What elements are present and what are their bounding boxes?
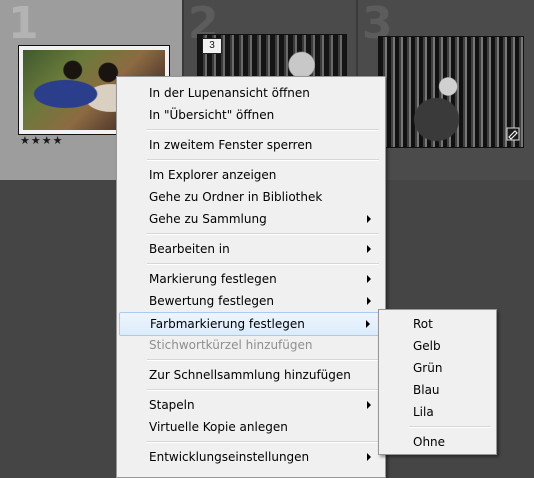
menu-item-label: Stapeln (149, 398, 195, 412)
menu-item-label: Bearbeiten in (149, 242, 230, 256)
menu-item-label: In zweitem Fenster sperren (149, 138, 313, 152)
menu-item-add-keyword-shortcut[interactable]: Stichwortkürzel hinzufügen (119, 334, 381, 356)
submenu-item-purple[interactable]: Lila (381, 401, 492, 423)
menu-item-label: Markierung festlegen (149, 272, 277, 286)
submenu-arrow-icon (367, 275, 371, 283)
menu-item-label: Farbmarkierung festlegen (150, 317, 305, 331)
menu-separator (147, 159, 379, 161)
context-menu: In der Lupenansicht öffnen In "Übersicht… (116, 76, 386, 478)
submenu-item-label: Rot (413, 317, 433, 331)
menu-item-set-flag[interactable]: Markierung festlegen (119, 268, 381, 290)
menu-item-add-to-quick-collection[interactable]: Zur Schnellsammlung hinzufügen (119, 364, 381, 386)
submenu-item-green[interactable]: Grün (381, 357, 492, 379)
menu-item-label: In "Übersicht" öffnen (149, 108, 275, 122)
color-label-submenu: Rot Gelb Grün Blau Lila Ohne (378, 309, 497, 455)
submenu-arrow-icon (367, 297, 371, 305)
submenu-item-red[interactable]: Rot (381, 313, 492, 335)
menu-item-stacking[interactable]: Stapeln (119, 394, 381, 416)
submenu-arrow-icon (366, 320, 370, 328)
menu-item-set-rating[interactable]: Bewertung festlegen (119, 290, 381, 312)
menu-item-label: Entwicklungseinstellungen (149, 450, 310, 464)
menu-item-go-to-collection[interactable]: Gehe zu Sammlung (119, 208, 381, 230)
submenu-item-label: Grün (413, 361, 443, 375)
menu-item-label: Bewertung festlegen (149, 294, 274, 308)
menu-item-label: Virtuelle Kopie anlegen (149, 420, 288, 434)
submenu-item-none[interactable]: Ohne (381, 431, 492, 453)
menu-item-label: Zur Schnellsammlung hinzufügen (149, 368, 351, 382)
photo-thumbnail[interactable] (378, 36, 524, 148)
menu-item-go-to-folder[interactable]: Gehe zu Ordner in Bibliothek (119, 186, 381, 208)
menu-item-create-virtual-copy[interactable]: Virtuelle Kopie anlegen (119, 416, 381, 438)
menu-separator (147, 233, 379, 235)
menu-separator (147, 263, 379, 265)
stack-count-badge[interactable]: 3 (202, 38, 222, 54)
menu-item-lock-second-window[interactable]: In zweitem Fenster sperren (119, 134, 381, 156)
submenu-item-label: Gelb (413, 339, 441, 353)
submenu-item-yellow[interactable]: Gelb (381, 335, 492, 357)
submenu-arrow-icon (367, 401, 371, 409)
menu-item-label: Im Explorer anzeigen (149, 168, 277, 182)
submenu-item-label: Blau (413, 383, 440, 397)
cell-number: 1 (8, 0, 39, 49)
menu-item-show-in-explorer[interactable]: Im Explorer anzeigen (119, 164, 381, 186)
menu-item-label: Stichwortkürzel hinzufügen (149, 338, 313, 352)
menu-item-label: Gehe zu Ordner in Bibliothek (149, 190, 323, 204)
submenu-arrow-icon (367, 215, 371, 223)
menu-separator (147, 441, 379, 443)
menu-item-set-color-label[interactable]: Farbmarkierung festlegen (119, 312, 381, 336)
menu-item-open-survey[interactable]: In "Übersicht" öffnen (119, 104, 381, 126)
submenu-item-label: Lila (413, 405, 434, 419)
menu-separator (147, 129, 379, 131)
submenu-arrow-icon (367, 245, 371, 253)
submenu-item-blue[interactable]: Blau (381, 379, 492, 401)
menu-separator (147, 389, 379, 391)
menu-item-open-loupe[interactable]: In der Lupenansicht öffnen (119, 82, 381, 104)
menu-item-edit-in[interactable]: Bearbeiten in (119, 238, 381, 260)
edit-badge-icon[interactable] (506, 127, 520, 141)
menu-item-label: Gehe zu Sammlung (149, 212, 267, 226)
star-rating[interactable]: ★★★★ (20, 134, 63, 147)
submenu-item-label: Ohne (413, 435, 446, 449)
menu-item-label: In der Lupenansicht öffnen (149, 86, 310, 100)
submenu-arrow-icon (367, 453, 371, 461)
submenu-separator (409, 426, 491, 428)
menu-item-develop-settings[interactable]: Entwicklungseinstellungen (119, 446, 381, 468)
menu-separator (147, 359, 379, 361)
